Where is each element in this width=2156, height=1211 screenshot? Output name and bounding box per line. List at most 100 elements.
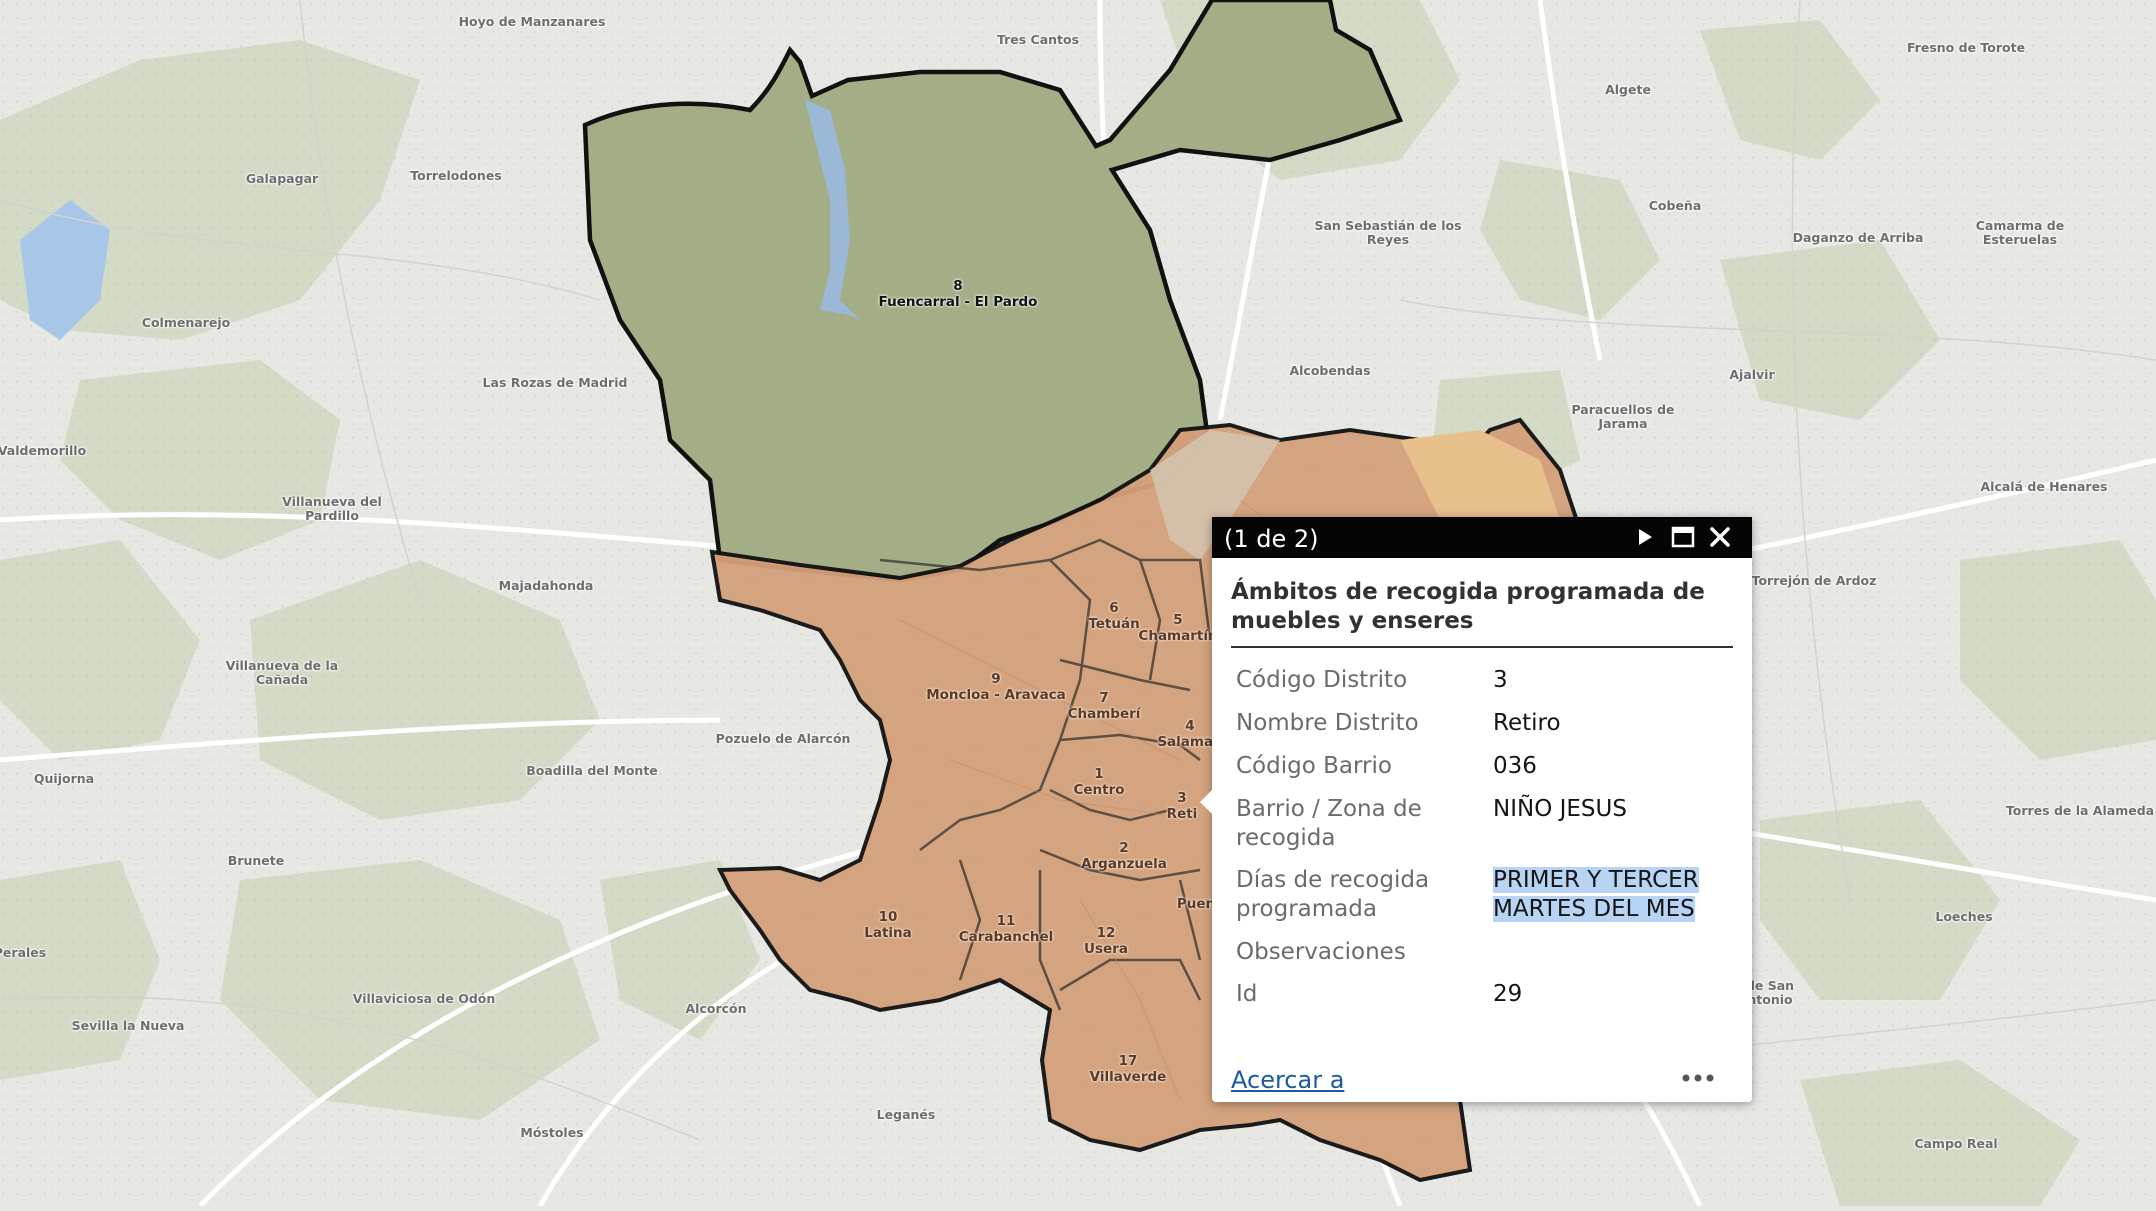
attr-label: Días de recogida programada [1236, 867, 1430, 922]
popup-header: (1 de 2) [1212, 517, 1752, 558]
place-label: Galapagar [245, 171, 319, 186]
place-label: Quijorna [33, 771, 95, 786]
close-icon[interactable] [1705, 522, 1735, 552]
place-label: Loeches [1935, 909, 1993, 924]
attr-value: Retiro [1493, 710, 1561, 736]
place-label: Villaviciosa de Odón [352, 991, 496, 1006]
district-label: 2 Arganzuela [1081, 840, 1167, 872]
attr-label: Código Barrio [1236, 753, 1392, 779]
attr-label: Código Distrito [1236, 667, 1408, 693]
place-label: Móstoles [520, 1125, 584, 1140]
place-label: Tres Cantos [996, 32, 1080, 47]
district-name: Reti [1166, 806, 1198, 822]
place-label: Alcalá de Henares [1980, 479, 2108, 494]
attr-value: NIÑO JESUS [1493, 796, 1627, 822]
place-label: de San ntonio [1745, 978, 1795, 1007]
district-label: 6 Tetuán [1088, 600, 1139, 632]
attr-value: 3 [1493, 667, 1508, 693]
attr-value: 29 [1493, 981, 1523, 1007]
place-label: Cobeña [1648, 198, 1702, 213]
district-label: 7 Chamberí [1068, 690, 1141, 722]
district-number: 10 [878, 909, 898, 925]
place-label: Sevilla la Nueva [71, 1018, 185, 1033]
district-label: 9 Moncloa - Aravaca [926, 671, 1066, 703]
place-label: Ajalvir [1729, 367, 1775, 382]
attr-value: 036 [1493, 753, 1537, 779]
district-name: Puen [1176, 896, 1216, 912]
district-name: Usera [1084, 941, 1128, 957]
place-label: Alcobendas [1289, 363, 1371, 378]
place-label: Perales [0, 945, 47, 960]
district-number: 12 [1096, 925, 1116, 941]
district-label: 1 Centro [1073, 766, 1124, 798]
zoom-to-link[interactable]: Acercar a [1231, 1066, 1344, 1094]
district-label: Puen [1177, 896, 1215, 912]
district-label: 17 Villaverde [1090, 1053, 1167, 1085]
district-number: 17 [1118, 1053, 1138, 1069]
attr-label: Observaciones [1236, 939, 1406, 965]
place-label: Las Rozas de Madrid [482, 375, 628, 390]
district-number: 9 [991, 671, 1001, 687]
district-number: 11 [996, 913, 1016, 929]
place-label: Majadahonda [498, 578, 594, 593]
place-label: Fresno de Torote [1906, 40, 2026, 55]
popup-title: Ámbitos de recogida programada de mueble… [1231, 579, 1705, 634]
attr-label: Id [1236, 981, 1258, 1007]
district-label: 5 Chamartín [1138, 612, 1217, 644]
place-label: Villanueva del Pardillo [282, 494, 382, 523]
place-label: Villanueva de la Cañada [225, 658, 339, 687]
district-number: 5 [1173, 612, 1183, 628]
attr-label: Nombre Distrito [1236, 710, 1419, 736]
place-label: Boadilla del Monte [526, 763, 658, 778]
district-label: 10 Latina [864, 909, 912, 941]
district-name: Chamberí [1067, 706, 1141, 722]
district-name: Moncloa - Aravaca [926, 687, 1066, 703]
district-name: Fuencarral - El Pardo [878, 294, 1038, 310]
place-label: San Sebastián de los Reyes [1314, 218, 1462, 247]
place-label: Torres de la Alameda [2005, 803, 2155, 818]
place-label: Algete [1605, 82, 1651, 97]
place-label: Campo Real [1914, 1136, 1998, 1151]
district-name: Latina [864, 925, 912, 941]
place-label: Colmenarejo [141, 315, 231, 330]
attr-value-selected[interactable]: PRIMER Y TERCER MARTES DEL MES [1493, 866, 1733, 924]
district-label: 11 Carabanchel [959, 913, 1054, 945]
map-canvas[interactable] [0, 0, 2156, 1208]
district-name: Villaverde [1089, 1069, 1167, 1085]
popup-counter: (1 de 2) [1224, 525, 1319, 553]
district-label: 3 Reti [1167, 790, 1198, 822]
place-label: Camarma de Esteruelas [1975, 218, 2065, 247]
district-name: Chamartín [1138, 628, 1218, 644]
district-number: 8 [953, 278, 963, 294]
district-label: 12 Usera [1084, 925, 1128, 957]
place-label: Brunete [227, 853, 285, 868]
basemap[interactable]: Hoyo de Manzanares Tres Cantos Fresno de T… [0, 0, 2156, 1208]
place-label: Valdemorillo [0, 443, 87, 458]
district-number: 3 [1177, 790, 1187, 806]
place-label: Alcorcón [685, 1001, 747, 1016]
place-label: Hoyo de Manzanares [458, 14, 606, 29]
title-divider [1231, 646, 1733, 648]
more-dots-icon[interactable] [1678, 1063, 1718, 1093]
place-label: Daganzo de Arriba [1792, 230, 1924, 245]
district-name: Centro [1073, 782, 1125, 798]
district-name: Arganzuela [1081, 856, 1167, 872]
district-number: 6 [1109, 600, 1119, 616]
district-number: 1 [1094, 766, 1104, 782]
district-number: 2 [1119, 840, 1129, 856]
play-icon[interactable] [1630, 522, 1660, 552]
district-name: Tetuán [1088, 616, 1140, 632]
feature-popup: (1 de 2) Ámbitos de recogida programada … [1200, 517, 1752, 1102]
popup-pointer [1200, 789, 1213, 815]
place-label: Torrelodones [410, 168, 502, 183]
district-number: 7 [1099, 690, 1109, 706]
selected-text[interactable]: PRIMER Y TERCER MARTES DEL MES [1493, 867, 1699, 922]
district-label: 8 Fuencarral - El Pardo [879, 278, 1038, 310]
maximize-icon[interactable] [1668, 522, 1698, 552]
attr-label: Barrio / Zona de recogida [1236, 796, 1422, 851]
place-label: Paracuellos de Jarama [1571, 402, 1675, 431]
district-name: Carabanchel [958, 929, 1054, 945]
place-label: Pozuelo de Alarcón [715, 731, 851, 746]
place-label: Torrejón de Ardoz [1751, 573, 1877, 588]
place-label: Leganés [876, 1107, 936, 1122]
